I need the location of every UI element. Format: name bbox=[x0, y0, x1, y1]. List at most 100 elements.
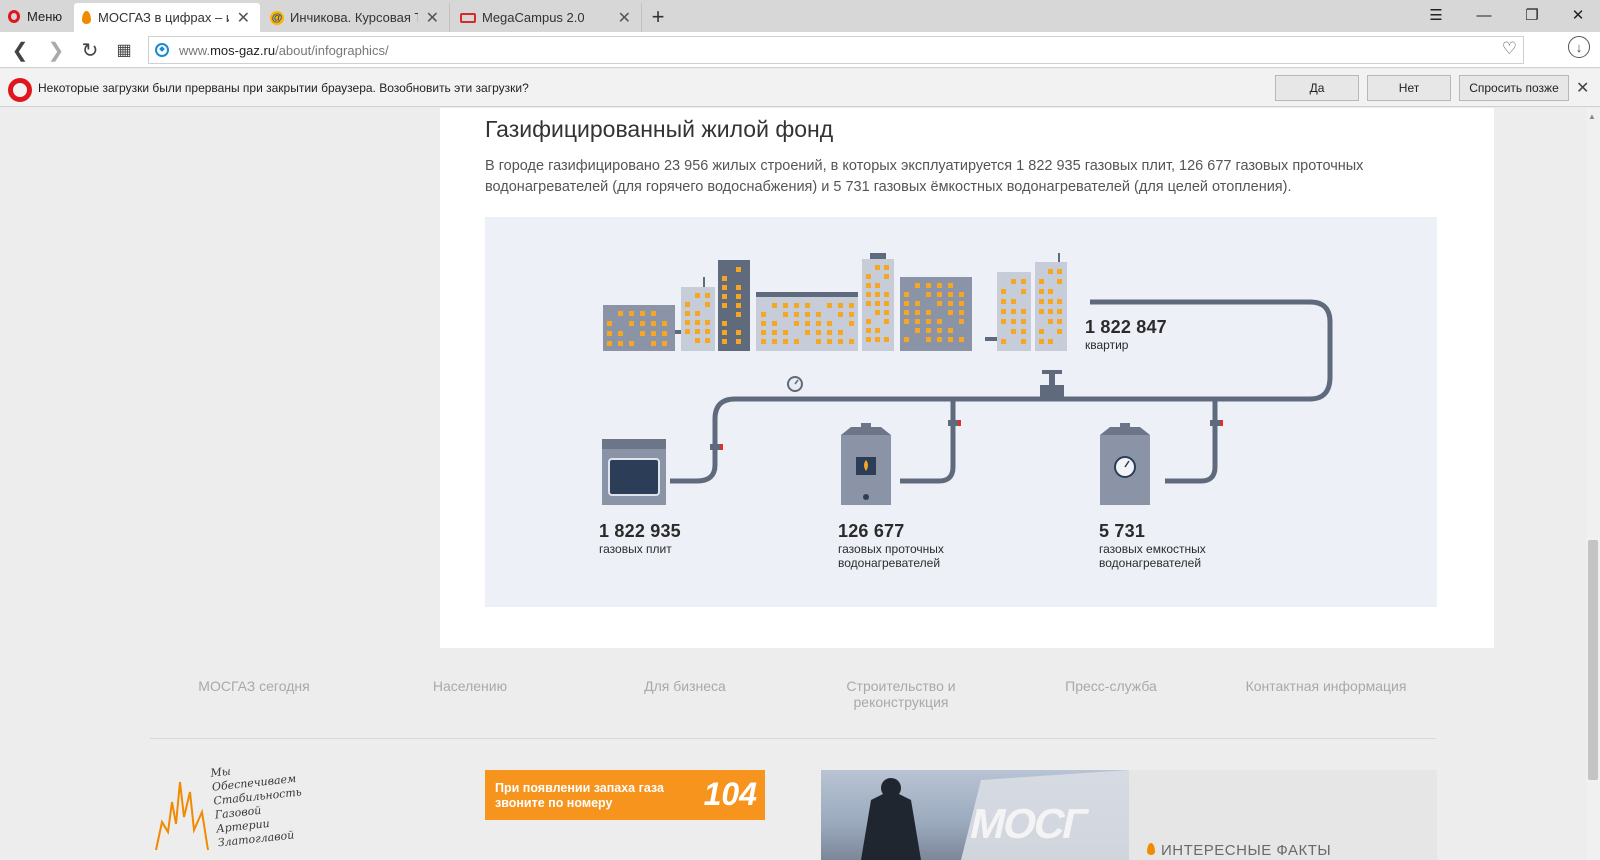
building-window bbox=[884, 301, 889, 306]
speed-dial-grid-icon[interactable]: ▦ bbox=[110, 36, 138, 64]
building-window bbox=[875, 328, 880, 333]
close-tab-icon[interactable]: ✕ bbox=[618, 8, 631, 28]
building-window bbox=[629, 311, 634, 316]
building-window bbox=[1011, 309, 1016, 314]
building-window bbox=[651, 341, 656, 346]
building-window bbox=[1021, 319, 1026, 324]
tab-title: МОСГАЗ в цифрах – инфо bbox=[98, 10, 229, 25]
footer-divider bbox=[150, 738, 1436, 739]
tab-menu-icon[interactable]: ☰ bbox=[1414, 0, 1458, 30]
minimize-button[interactable]: — bbox=[1462, 0, 1506, 30]
building-window bbox=[651, 331, 656, 336]
new-tab-button[interactable]: + bbox=[644, 3, 672, 31]
building-window bbox=[827, 339, 832, 344]
building-window bbox=[875, 301, 880, 306]
site-info-icon[interactable] bbox=[155, 43, 169, 57]
stoves-label: газовых плит bbox=[599, 542, 672, 556]
scrollbar-thumb[interactable] bbox=[1588, 540, 1598, 780]
forward-button[interactable]: ❯ bbox=[42, 36, 70, 64]
footer-link-mosgaz-today[interactable]: МОСГАЗ сегодня bbox=[189, 678, 319, 694]
yes-button[interactable]: Да bbox=[1275, 75, 1359, 101]
footer-link-press[interactable]: Пресс-служба bbox=[1046, 678, 1176, 694]
building-window bbox=[959, 301, 964, 306]
tank-heaters-label: газовых емкостных водонагревателей bbox=[1099, 542, 1206, 570]
building-window bbox=[827, 330, 832, 335]
building-window bbox=[1039, 329, 1044, 334]
opera-menu-button[interactable]: Меню bbox=[0, 0, 72, 32]
building-window bbox=[1011, 329, 1016, 334]
building-window bbox=[937, 319, 942, 324]
close-tab-icon[interactable]: ✕ bbox=[237, 8, 250, 28]
building-window bbox=[736, 294, 741, 299]
building-window bbox=[685, 311, 690, 316]
gas-emergency-banner[interactable]: При появлении запаха газа звоните по ном… bbox=[485, 770, 765, 820]
tab-mosgaz[interactable]: МОСГАЗ в цифрах – инфо ✕ bbox=[74, 3, 260, 32]
building-window bbox=[783, 339, 788, 344]
footer-link-population[interactable]: Населению bbox=[420, 678, 520, 694]
close-tab-icon[interactable]: ✕ bbox=[426, 8, 439, 28]
building-window bbox=[1048, 319, 1053, 324]
building-window bbox=[915, 319, 920, 324]
close-window-button[interactable]: ✕ bbox=[1556, 0, 1600, 30]
flame-icon bbox=[1147, 843, 1155, 855]
building-window bbox=[959, 292, 964, 297]
page-content: Газифицированный жилой фонд В городе газ… bbox=[0, 108, 1586, 860]
building-window bbox=[866, 274, 871, 279]
no-button[interactable]: Нет bbox=[1367, 75, 1451, 101]
reload-button[interactable]: ↻ bbox=[76, 36, 104, 64]
building-window bbox=[884, 265, 889, 270]
tab-megacampus[interactable]: MegaCampus 2.0 ✕ bbox=[452, 3, 642, 32]
building-window bbox=[736, 330, 741, 335]
building-window bbox=[722, 303, 727, 308]
interesting-facts-promo[interactable]: МОСГ ИНТЕРЕСНЫЕ ФАКТЫ bbox=[821, 770, 1437, 860]
downloads-icon[interactable]: ↓ bbox=[1568, 36, 1590, 58]
building-window bbox=[722, 294, 727, 299]
building-window bbox=[937, 283, 942, 288]
building-window bbox=[959, 310, 964, 315]
close-infobar-icon[interactable]: ✕ bbox=[1576, 78, 1589, 98]
building-window bbox=[866, 283, 871, 288]
footer-link-business[interactable]: Для бизнеса bbox=[625, 678, 745, 694]
building-window bbox=[926, 310, 931, 315]
tank-heaters-value: 5 731 bbox=[1099, 521, 1146, 541]
back-button[interactable]: ❮ bbox=[6, 36, 34, 64]
ask-later-button[interactable]: Спросить позже bbox=[1459, 75, 1569, 101]
building-window bbox=[926, 328, 931, 333]
tab-inchikova[interactable]: @ Инчикова. Курсовая Теку ✕ bbox=[262, 3, 450, 32]
footer-link-construction[interactable]: Строительство и реконструкция bbox=[826, 678, 976, 710]
bookmark-heart-icon[interactable]: ♡ bbox=[1502, 39, 1517, 59]
slogan-logo[interactable]: Мы Обеспечиваем Стабильность Газовой Арт… bbox=[150, 762, 302, 852]
tab-bar: Меню МОСГАЗ в цифрах – инфо ✕ @ Инчикова… bbox=[0, 0, 1600, 32]
restore-button[interactable]: ❐ bbox=[1510, 0, 1554, 30]
download-info-bar: Некоторые загрузки были прерваны при зак… bbox=[0, 69, 1600, 107]
building-window bbox=[1048, 339, 1053, 344]
building-window bbox=[662, 341, 667, 346]
building-window bbox=[849, 339, 854, 344]
scroll-up-arrow-icon[interactable]: ▲ bbox=[1588, 112, 1596, 121]
url-field[interactable]: www.mos-gaz.ru/about/infographics/ ♡ bbox=[148, 36, 1524, 64]
building-window bbox=[1048, 269, 1053, 274]
building-window bbox=[959, 337, 964, 342]
building-window bbox=[794, 312, 799, 317]
building-window bbox=[783, 303, 788, 308]
building-window bbox=[618, 341, 623, 346]
mosgaz-building-photo: МОСГ bbox=[821, 770, 1129, 860]
section-heading: Газифицированный жилой фонд bbox=[485, 116, 834, 142]
building-window bbox=[884, 292, 889, 297]
building-window bbox=[695, 311, 700, 316]
building-window bbox=[783, 330, 788, 335]
building-window bbox=[629, 341, 634, 346]
building-window bbox=[722, 339, 727, 344]
tank-heaters-stat: 5 731 газовых емкостных водонагревателей bbox=[1099, 521, 1211, 570]
apartments-stat: 1 822 847 квартир bbox=[1085, 317, 1225, 352]
building-window bbox=[827, 321, 832, 326]
opera-logo-icon bbox=[8, 9, 20, 23]
building-window bbox=[904, 310, 909, 315]
building-window bbox=[904, 301, 909, 306]
building-window bbox=[884, 337, 889, 342]
gas-stove-appliance bbox=[602, 439, 666, 505]
apartments-value: 1 822 847 bbox=[1085, 317, 1167, 337]
footer-link-contacts[interactable]: Контактная информация bbox=[1236, 678, 1416, 694]
building-window bbox=[794, 321, 799, 326]
building-window bbox=[875, 337, 880, 342]
